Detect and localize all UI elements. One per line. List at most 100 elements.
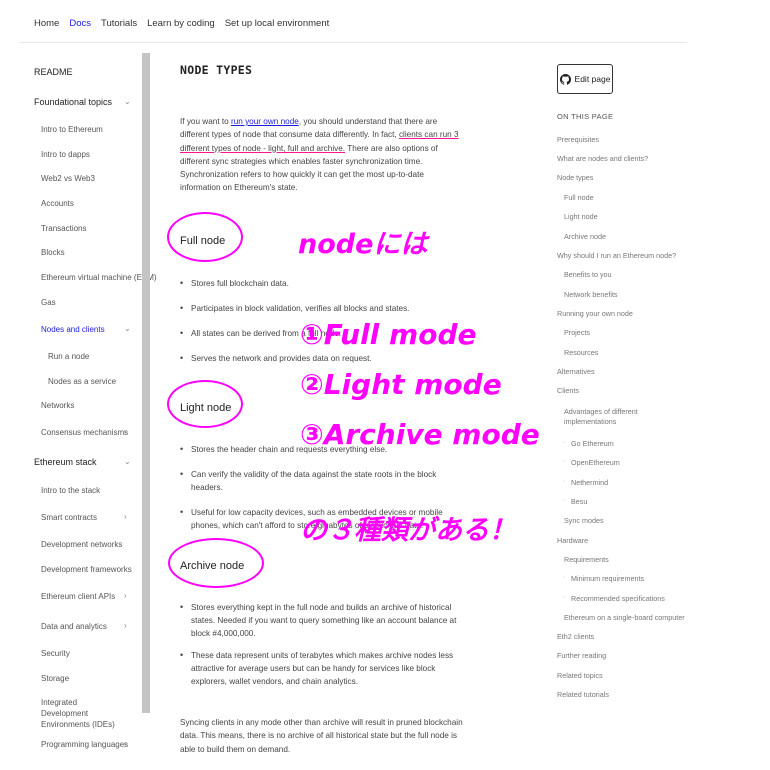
nav-link-home[interactable]: Home bbox=[34, 18, 59, 29]
sidebar-item-ethereum-stack[interactable]: Ethereum stack bbox=[34, 457, 97, 468]
toc-bullet-icon: ◦ bbox=[563, 575, 566, 581]
browser-page: Home Docs Tutorials Learn by coding Set up l… bbox=[20, 5, 687, 770]
toc-bullet-icon: ◦ bbox=[563, 459, 566, 465]
toc-item-alternatives[interactable]: Alternatives bbox=[557, 367, 595, 377]
chevron-down-icon[interactable]: ⌄ bbox=[124, 457, 131, 466]
chevron-right-icon[interactable]: › bbox=[124, 621, 127, 630]
sidebar-item-accounts[interactable]: Accounts bbox=[41, 198, 74, 209]
light-node-heading: Light node bbox=[180, 402, 232, 414]
sidebar-item-run-a-node[interactable]: Run a node bbox=[48, 351, 89, 362]
nav-link-set-up-local-environment[interactable]: Set up local environment bbox=[225, 18, 330, 29]
sidebar-item-development-frameworks[interactable]: Development frameworks bbox=[41, 564, 132, 575]
page-title: NODE TYPES bbox=[180, 63, 253, 77]
sidebar-item-transactions[interactable]: Transactions bbox=[41, 223, 87, 234]
toc-item-light-node[interactable]: Light node bbox=[564, 212, 598, 222]
chevron-down-icon[interactable]: ⌄ bbox=[124, 324, 131, 333]
toc-item-projects[interactable]: Projects bbox=[564, 328, 590, 338]
chevron-right-icon[interactable]: › bbox=[124, 427, 127, 436]
toc-item-prerequisites[interactable]: Prerequisites bbox=[557, 135, 599, 145]
chevron-right-icon[interactable]: › bbox=[124, 512, 127, 521]
toc-item-advantages-of-different-implementations[interactable]: Advantages of different implementations bbox=[564, 407, 654, 427]
sidebar-item-blocks[interactable]: Blocks bbox=[41, 247, 65, 258]
nav-link-tutorials[interactable]: Tutorials bbox=[101, 18, 137, 29]
toc-item-network-benefits[interactable]: Network benefits bbox=[564, 290, 618, 300]
sidebar-item-ethereum-virtual-machine-evm[interactable]: Ethereum virtual machine (EVM) bbox=[41, 272, 157, 283]
intro-text-1: If you want to bbox=[180, 117, 231, 126]
toc-item-eth2-clients[interactable]: Eth2 clients bbox=[557, 632, 594, 642]
list-item: All states can be derived from a full no… bbox=[180, 327, 465, 340]
sidebar-item-web2-vs-web3[interactable]: Web2 vs Web3 bbox=[41, 173, 95, 184]
left-sidebar: README Foundational topics ⌄ Intro to Ether… bbox=[20, 43, 157, 770]
closing-paragraph: Syncing clients in any mode other than a… bbox=[180, 718, 463, 754]
toc-item-ethereum-on-a-single-board-computer[interactable]: Ethereum on a single-board computer bbox=[564, 613, 685, 623]
list-item: These data represent units of terabytes … bbox=[180, 649, 465, 688]
light-node-list: Stores the header chain and requests eve… bbox=[180, 443, 465, 544]
toc-item-openethereum[interactable]: OpenEthereum bbox=[571, 458, 620, 468]
list-item: Serves the network and provides data on … bbox=[180, 352, 465, 365]
list-item: Stores everything kept in the full node … bbox=[180, 601, 465, 640]
toc-item-archive-node[interactable]: Archive node bbox=[564, 232, 606, 242]
chevron-right-icon[interactable]: › bbox=[124, 591, 127, 600]
run-your-own-node-link[interactable]: run your own node bbox=[231, 117, 299, 126]
toc-item-related-topics[interactable]: Related topics bbox=[557, 671, 603, 681]
toc-item-hardware[interactable]: Hardware bbox=[557, 536, 588, 546]
toc-item-besu[interactable]: Besu bbox=[571, 497, 587, 507]
sidebar-item-consensus-mechanisms[interactable]: Consensus mechanisms bbox=[41, 427, 128, 438]
toc-item-minimum-requirements[interactable]: Minimum requirements bbox=[571, 574, 644, 584]
edit-page-button[interactable]: Edit page bbox=[557, 64, 613, 94]
sidebar-item-intro-to-the-stack[interactable]: Intro to the stack bbox=[41, 485, 100, 496]
edit-page-label: Edit page bbox=[574, 74, 611, 84]
sidebar-item-development-networks[interactable]: Development networks bbox=[41, 539, 122, 550]
toc-item-resources[interactable]: Resources bbox=[564, 348, 598, 358]
sidebar-item-nodes-and-clients[interactable]: Nodes and clients bbox=[41, 324, 105, 335]
archive-node-heading: Archive node bbox=[180, 560, 245, 572]
toc-bullet-icon: ◦ bbox=[563, 440, 566, 446]
sidebar-item-programming-languages[interactable]: Programming languages bbox=[41, 739, 128, 750]
sidebar-item-integrated-development-environments-ides[interactable]: Integrated Development Environments (IDE… bbox=[41, 697, 121, 730]
sidebar-item-gas[interactable]: Gas bbox=[41, 297, 56, 308]
github-icon bbox=[559, 73, 571, 85]
list-item: Stores the header chain and requests eve… bbox=[180, 443, 465, 456]
toc-item-nethermind[interactable]: Nethermind bbox=[571, 478, 608, 488]
toc-title: ON THIS PAGE bbox=[557, 112, 614, 121]
sidebar-item-storage[interactable]: Storage bbox=[41, 673, 69, 684]
toc-item-clients[interactable]: Clients bbox=[557, 386, 579, 396]
chevron-down-icon[interactable]: ⌄ bbox=[124, 97, 131, 106]
sidebar-item-readme[interactable]: README bbox=[34, 67, 73, 78]
toc-item-running-your-own-node[interactable]: Running your own node bbox=[557, 309, 633, 319]
toc-item-node-types[interactable]: Node types bbox=[557, 173, 593, 183]
toc-item-full-node[interactable]: Full node bbox=[564, 193, 594, 203]
full-node-list: Stores full blockchain data. Participates… bbox=[180, 277, 465, 377]
sidebar-item-data-and-analytics[interactable]: Data and analytics bbox=[41, 621, 107, 632]
sidebar-item-networks[interactable]: Networks bbox=[41, 400, 74, 411]
list-item: Useful for low capacity devices, such as… bbox=[180, 506, 465, 532]
toc-item-go-ethereum[interactable]: Go Ethereum bbox=[571, 439, 614, 449]
sidebar-item-nodes-as-a-service[interactable]: Nodes as a service bbox=[48, 376, 116, 387]
sidebar-item-ethereum-client-apis[interactable]: Ethereum client APIs bbox=[41, 591, 115, 602]
list-item: Participates in block validation, verifi… bbox=[180, 302, 465, 315]
toc-bullet-icon: ◦ bbox=[563, 479, 566, 485]
intro-paragraph: If you want to run your own node, you sh… bbox=[180, 115, 465, 195]
top-nav: Home Docs Tutorials Learn by coding Set up l… bbox=[20, 5, 687, 43]
chevron-right-icon[interactable]: › bbox=[124, 739, 127, 748]
sidebar-item-intro-to-dapps[interactable]: Intro to dapps bbox=[41, 149, 90, 160]
nav-link-docs[interactable]: Docs bbox=[69, 18, 91, 29]
full-node-heading: Full node bbox=[180, 235, 226, 247]
toc-item-what-are-nodes-and-clients[interactable]: What are nodes and clients? bbox=[557, 154, 648, 164]
list-item: Can verify the validity of the data agai… bbox=[180, 468, 465, 494]
archive-node-list: Stores everything kept in the full node … bbox=[180, 601, 465, 697]
sidebar-scrollbar-thumb[interactable] bbox=[142, 53, 150, 713]
toc-item-benefits-to-you[interactable]: Benefits to you bbox=[564, 270, 612, 280]
toc-item-related-tutorials[interactable]: Related tutorials bbox=[557, 690, 609, 700]
toc-item-requirements[interactable]: Requirements bbox=[564, 555, 609, 565]
sidebar-item-smart-contracts[interactable]: Smart contracts bbox=[41, 512, 97, 523]
sidebar-item-intro-to-ethereum[interactable]: Intro to Ethereum bbox=[41, 124, 103, 135]
toc-item-further-reading[interactable]: Further reading bbox=[557, 651, 606, 661]
nav-link-learn-by-coding[interactable]: Learn by coding bbox=[147, 18, 215, 29]
toc-bullet-icon: ◦ bbox=[563, 498, 566, 504]
sidebar-item-security[interactable]: Security bbox=[41, 648, 70, 659]
toc-item-why-should-i-run-an-ethereum-node[interactable]: Why should I run an Ethereum node? bbox=[557, 251, 676, 261]
toc-item-recommended-specifications[interactable]: Recommended specifications bbox=[571, 594, 665, 604]
sidebar-item-foundational-topics[interactable]: Foundational topics bbox=[34, 97, 112, 108]
toc-item-sync-modes[interactable]: Sync modes bbox=[564, 516, 604, 526]
